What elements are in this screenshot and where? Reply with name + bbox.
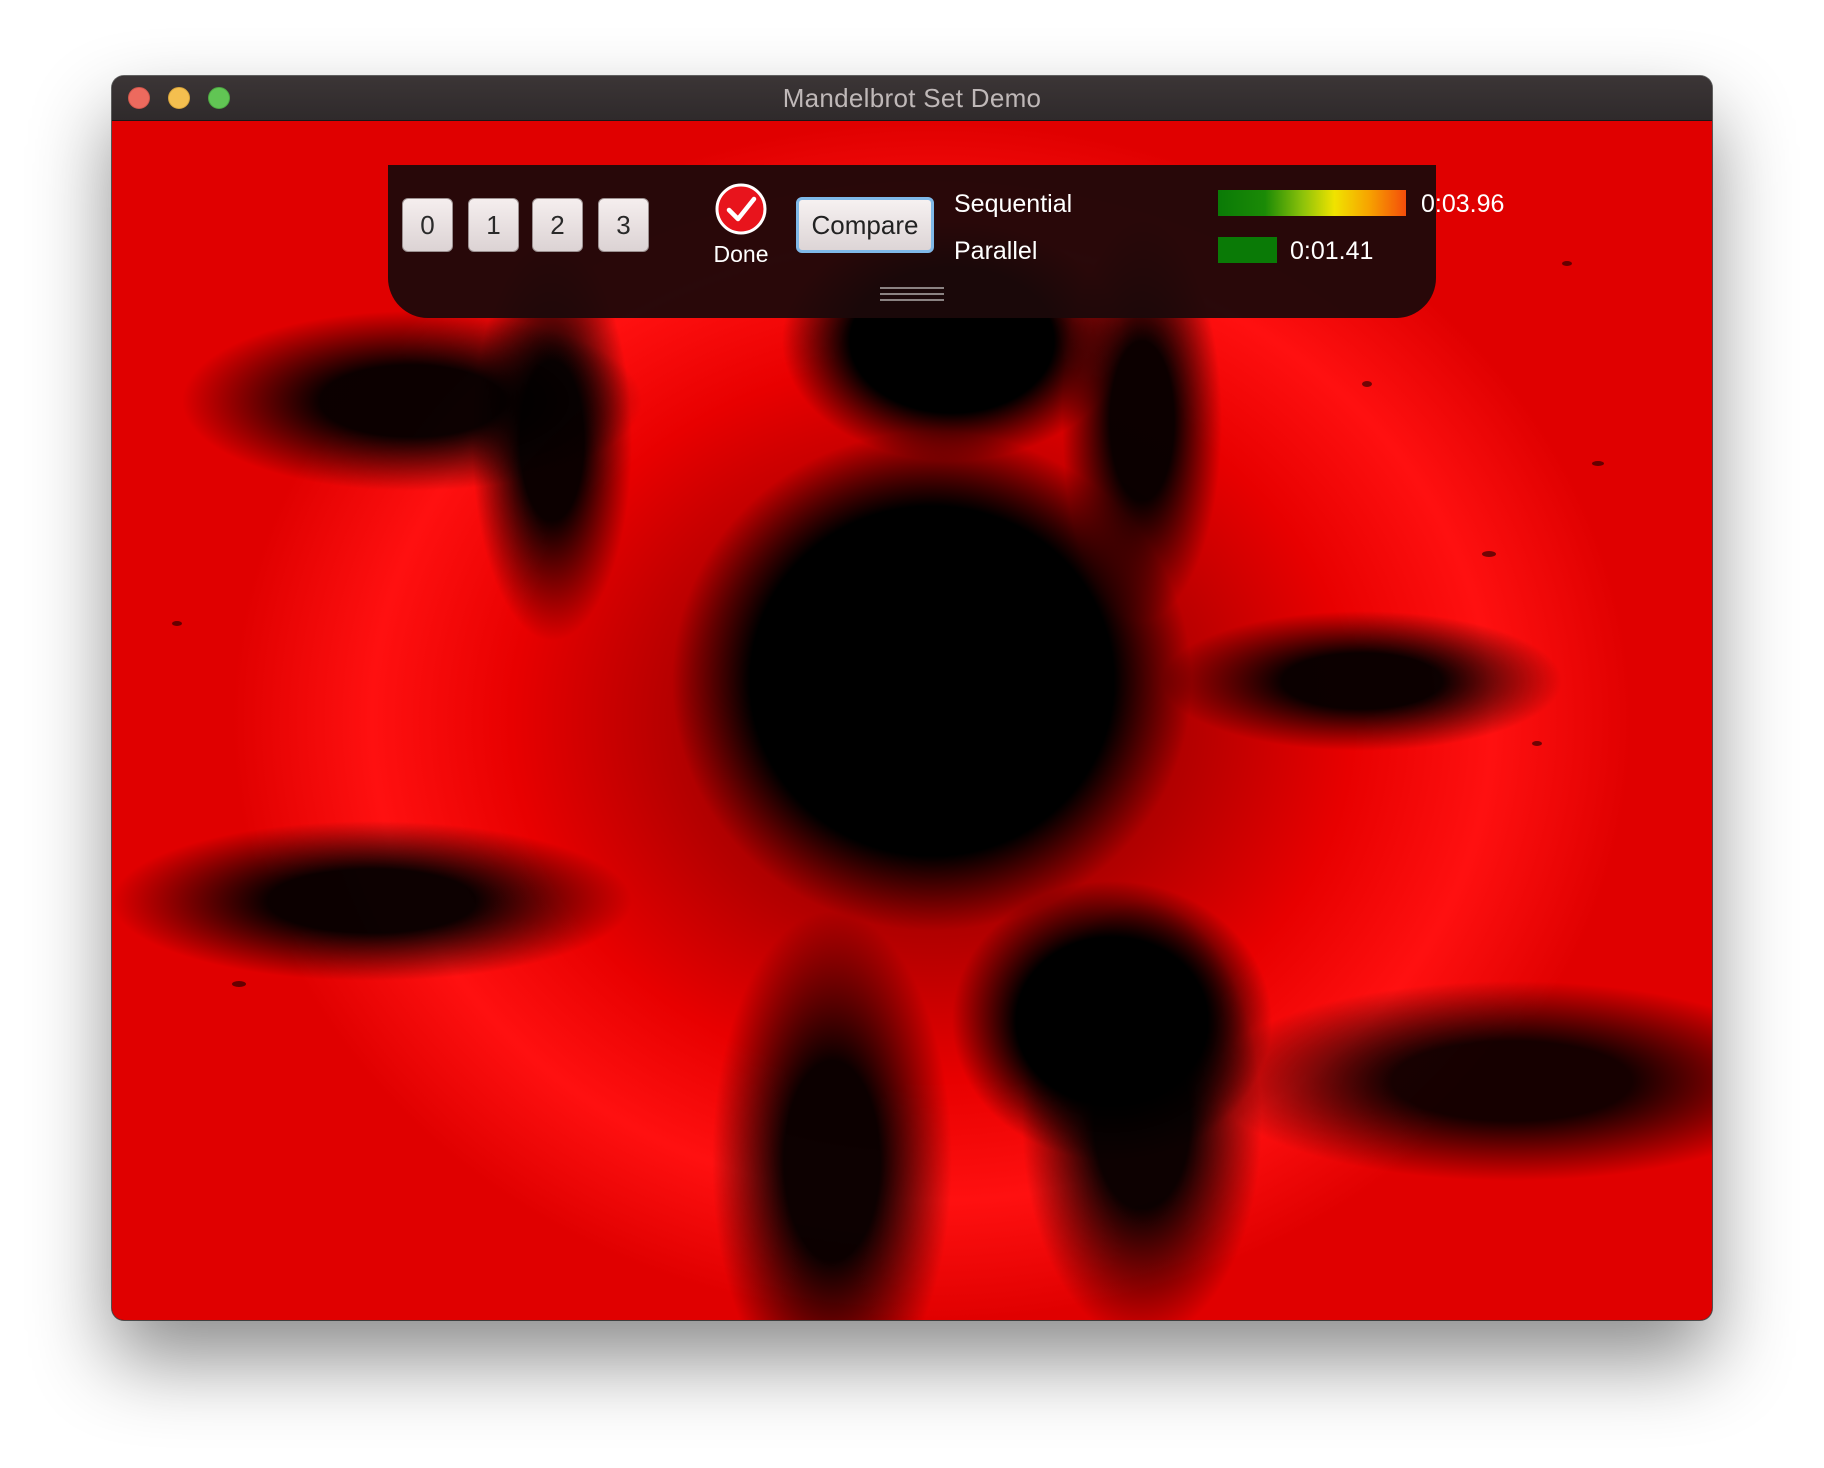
app-window: Mandelbrot Set Demo 0 1 2 3 Done Compare…: [112, 76, 1712, 1320]
sequential-time-bar: [1218, 190, 1406, 216]
checkmark-circle-icon: [715, 183, 767, 235]
control-panel: 0 1 2 3 Done Compare Sequential 0:03.96 …: [388, 165, 1504, 318]
window-title: Mandelbrot Set Demo: [782, 83, 1042, 113]
title-bar[interactable]: Mandelbrot Set Demo: [112, 76, 1712, 121]
status-label: Done: [713, 241, 769, 267]
level-button-0[interactable]: 0: [402, 198, 453, 252]
sequential-time: 0:03.96: [1421, 190, 1505, 218]
parallel-time-bar: [1218, 237, 1277, 263]
parallel-label: Parallel: [954, 237, 1038, 265]
mandelbrot-canvas[interactable]: 0 1 2 3 Done Compare Sequential 0:03.96 …: [112, 121, 1712, 1320]
level-button-1[interactable]: 1: [468, 198, 519, 252]
sequential-label: Sequential: [954, 190, 1073, 218]
parallel-time: 0:01.41: [1290, 237, 1374, 265]
level-button-2[interactable]: 2: [532, 198, 583, 252]
level-button-3[interactable]: 3: [598, 198, 649, 252]
compare-button[interactable]: Compare: [796, 197, 934, 253]
drag-handle-icon[interactable]: [880, 287, 944, 303]
